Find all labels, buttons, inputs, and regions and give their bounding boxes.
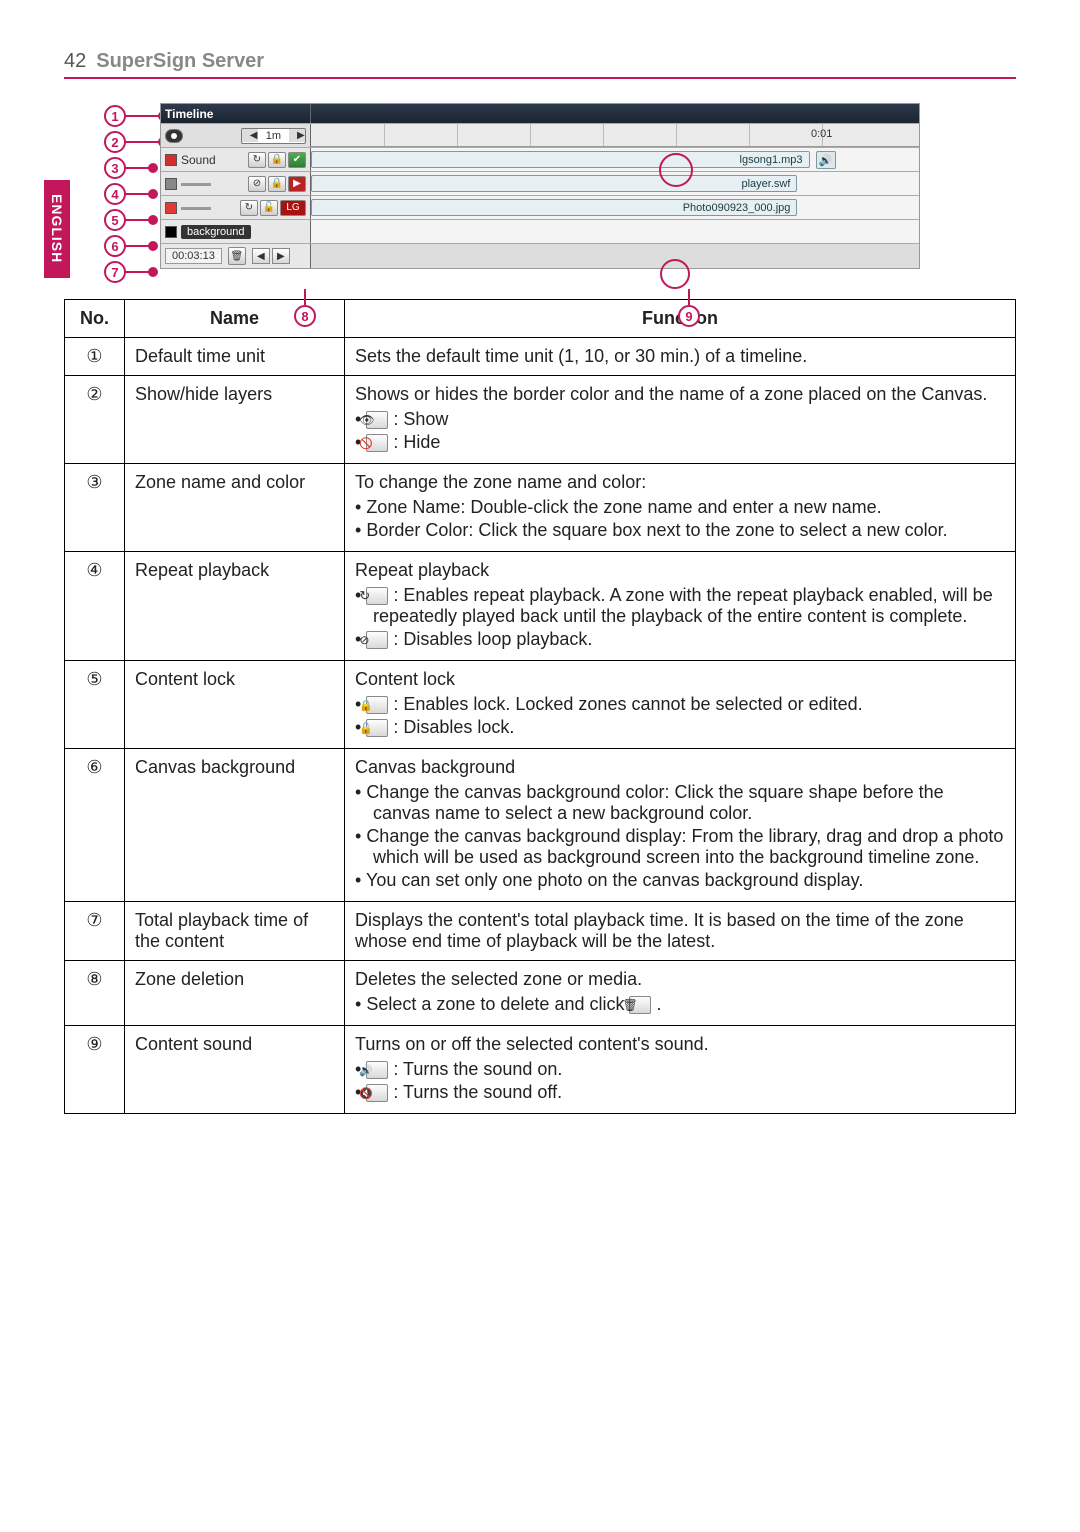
repeat-icon bbox=[366, 587, 388, 605]
table-row: ⑧Zone deletionDeletes the selected zone … bbox=[65, 961, 1016, 1026]
time-unit-spinner[interactable]: ◀ 1m ▶ bbox=[241, 128, 306, 144]
row-function: To change the zone name and color:Zone N… bbox=[345, 464, 1016, 552]
lg-badge-icon[interactable]: LG bbox=[280, 200, 306, 216]
row-name: Canvas background bbox=[125, 749, 345, 902]
clip-sound-toggle[interactable]: 🔊 bbox=[816, 151, 836, 169]
page-header: 42 SuperSign Server bbox=[64, 50, 1016, 79]
lock-icon bbox=[366, 696, 388, 714]
row-function: Repeat playback : Enables repeat playbac… bbox=[345, 552, 1016, 661]
table-row: ②Show/hide layersShows or hides the bord… bbox=[65, 376, 1016, 464]
norepeat-icon[interactable]: ⊘ bbox=[248, 176, 266, 192]
bg-color-swatch[interactable] bbox=[165, 226, 177, 238]
table-row: ④Repeat playbackRepeat playback : Enable… bbox=[65, 552, 1016, 661]
trash-icon[interactable]: 🗑 bbox=[228, 247, 246, 265]
row-function: Turns on or off the selected content's s… bbox=[345, 1026, 1016, 1114]
timeline-tab: Timeline bbox=[165, 107, 213, 121]
sound-off-icon bbox=[366, 1084, 388, 1102]
table-row: ⑥Canvas backgroundCanvas backgroundChang… bbox=[65, 749, 1016, 902]
row-function: Shows or hides the border color and the … bbox=[345, 376, 1016, 464]
callout-5: 5 bbox=[104, 209, 126, 231]
sound-clip-label: lgsong1.mp3 bbox=[740, 154, 803, 166]
th-no: No. bbox=[65, 300, 125, 338]
row-function: Canvas backgroundChange the canvas backg… bbox=[345, 749, 1016, 902]
ruler-time: 0:01 bbox=[811, 128, 832, 140]
table-row: ⑤Content lockContent lock : Enables lock… bbox=[65, 661, 1016, 749]
row-function: Deletes the selected zone or media.Selec… bbox=[345, 961, 1016, 1026]
page-title: SuperSign Server bbox=[96, 50, 264, 73]
callout-9: 9 bbox=[678, 305, 700, 327]
table-row: ③Zone name and colorTo change the zone n… bbox=[65, 464, 1016, 552]
callout-1: 1 bbox=[104, 105, 126, 127]
row-number: ③ bbox=[65, 464, 125, 552]
reference-table: No. Name Function ①Default time unitSets… bbox=[64, 299, 1016, 1114]
row-function: Content lock : Enables lock. Locked zone… bbox=[345, 661, 1016, 749]
page-number: 42 bbox=[64, 50, 86, 73]
row-function: Sets the default time unit (1, 10, or 30… bbox=[345, 338, 1016, 376]
sound-on-icon bbox=[366, 1061, 388, 1079]
callout-8: 8 bbox=[294, 305, 316, 327]
row-name: Show/hide layers bbox=[125, 376, 345, 464]
lock-icon[interactable]: 🔓 bbox=[260, 200, 278, 216]
photo-clip-label: Photo090923_000.jpg bbox=[683, 202, 791, 214]
row-name: Content lock bbox=[125, 661, 345, 749]
zone-color-swatch[interactable] bbox=[165, 202, 177, 214]
row-number: ⑥ bbox=[65, 749, 125, 902]
row-name: Content sound bbox=[125, 1026, 345, 1114]
row-name: Total playback time of the content bbox=[125, 902, 345, 961]
callout-6: 6 bbox=[104, 235, 126, 257]
callout-7: 7 bbox=[104, 261, 126, 283]
eye-icon[interactable] bbox=[165, 129, 183, 143]
lock-icon[interactable]: 🔒 bbox=[268, 176, 286, 192]
repeat-icon[interactable]: ↻ bbox=[248, 152, 266, 168]
row-number: ④ bbox=[65, 552, 125, 661]
row-number: ⑨ bbox=[65, 1026, 125, 1114]
table-row: ⑨Content soundTurns on or off the select… bbox=[65, 1026, 1016, 1114]
row-name: Repeat playback bbox=[125, 552, 345, 661]
row-number: ⑧ bbox=[65, 961, 125, 1026]
total-playback-time: 00:03:13 bbox=[165, 248, 222, 264]
zone-check-icon[interactable]: ✔ bbox=[288, 152, 306, 168]
row-number: ① bbox=[65, 338, 125, 376]
repeat-icon[interactable]: ↻ bbox=[240, 200, 258, 216]
zone-flag-icon[interactable]: ▶ bbox=[288, 176, 306, 192]
norepeat-icon bbox=[366, 631, 388, 649]
table-row: ①Default time unitSets the default time … bbox=[65, 338, 1016, 376]
row-number: ⑤ bbox=[65, 661, 125, 749]
time-unit-value: 1m bbox=[258, 129, 289, 143]
swf-clip-label: player.swf bbox=[741, 178, 790, 190]
highlight-circle-sound bbox=[659, 153, 693, 187]
callout-4: 4 bbox=[104, 183, 126, 205]
row-name: Zone name and color bbox=[125, 464, 345, 552]
highlight-circle-trash bbox=[660, 259, 690, 289]
language-tab: ENGLISH bbox=[44, 180, 70, 278]
zone-color-swatch[interactable] bbox=[165, 178, 177, 190]
eye-icon bbox=[366, 411, 388, 429]
row-number: ② bbox=[65, 376, 125, 464]
unlock-icon bbox=[366, 719, 388, 737]
row-name: Default time unit bbox=[125, 338, 345, 376]
photo-clip[interactable]: Photo090923_000.jpg bbox=[311, 199, 797, 216]
row-number: ⑦ bbox=[65, 902, 125, 961]
table-row: ⑦Total playback time of the contentDispl… bbox=[65, 902, 1016, 961]
next-icon[interactable]: ▶ bbox=[272, 248, 290, 264]
row-function: Displays the content's total playback ti… bbox=[345, 902, 1016, 961]
timeline-figure: 1 2 3 4 5 6 7 Timeline bbox=[104, 103, 1016, 269]
background-label[interactable]: background bbox=[181, 225, 251, 239]
swf-clip[interactable]: player.swf bbox=[311, 175, 797, 192]
trash-icon bbox=[629, 996, 651, 1014]
zone-color-swatch[interactable] bbox=[165, 154, 177, 166]
prev-icon[interactable]: ◀ bbox=[252, 248, 270, 264]
lock-icon[interactable]: 🔒 bbox=[268, 152, 286, 168]
sound-clip[interactable]: lgsong1.mp3 bbox=[311, 151, 810, 168]
callout-3: 3 bbox=[104, 157, 126, 179]
callout-2: 2 bbox=[104, 131, 126, 153]
row-name: Zone deletion bbox=[125, 961, 345, 1026]
hide-icon bbox=[366, 434, 388, 452]
zone-name-sound[interactable]: Sound bbox=[181, 153, 216, 167]
